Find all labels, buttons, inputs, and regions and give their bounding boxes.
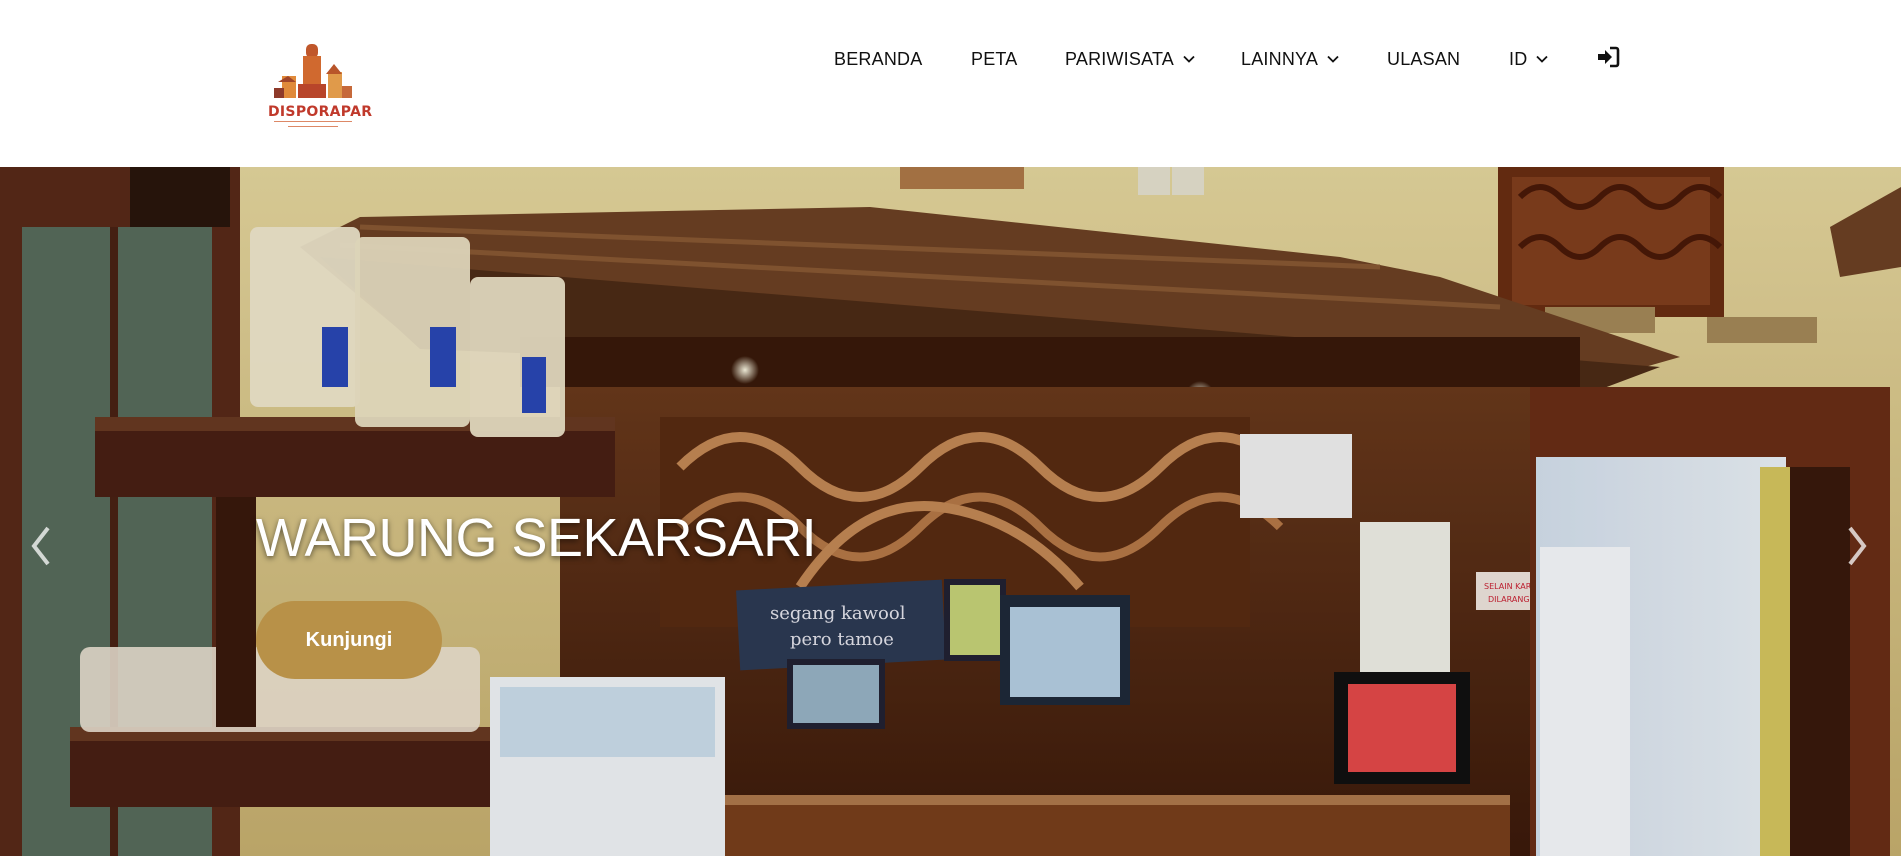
chevron-down-icon xyxy=(1327,55,1339,63)
chevron-down-icon xyxy=(1536,55,1549,63)
logo-tagline-line xyxy=(274,121,352,124)
nav-label: ID xyxy=(1509,48,1528,69)
hero-title: WARUNG SEKARSARI xyxy=(256,508,817,568)
chevron-left-icon[interactable] xyxy=(26,524,56,568)
logo-tagline-line xyxy=(288,126,338,128)
nav-label: BERANDA xyxy=(834,48,923,69)
site-header: DISPORAPAR BERANDA PETA PARIWISATA LAINN… xyxy=(0,0,1901,167)
nav-label: LAINNYA xyxy=(1241,48,1319,69)
sign-in-icon[interactable] xyxy=(1596,46,1620,68)
chevron-down-icon xyxy=(1183,55,1195,63)
nav-item-pariwisata[interactable]: PARIWISATA xyxy=(1065,46,1195,72)
chevron-right-icon[interactable] xyxy=(1842,524,1872,568)
logo-wordmark: DISPORAPAR xyxy=(268,104,373,120)
visit-button[interactable]: Kunjungi xyxy=(256,601,442,679)
nav-label: PARIWISATA xyxy=(1065,48,1175,69)
logo-emblem-icon xyxy=(274,44,352,98)
nav-item-language[interactable]: ID xyxy=(1509,46,1549,72)
nav-label: PETA xyxy=(971,48,1018,69)
nav-item-peta[interactable]: PETA xyxy=(971,46,1017,72)
nav-label: ULASAN xyxy=(1387,48,1461,69)
disporapar-logo[interactable]: DISPORAPAR xyxy=(268,38,373,128)
nav-item-ulasan[interactable]: ULASAN xyxy=(1387,46,1460,72)
hero-carousel: segang kawool pero tamoe SELAIN KARYAWAN… xyxy=(0,167,1901,856)
nav-item-lainnya[interactable]: LAINNYA xyxy=(1241,46,1339,72)
nav-item-beranda[interactable]: BERANDA xyxy=(834,46,922,72)
